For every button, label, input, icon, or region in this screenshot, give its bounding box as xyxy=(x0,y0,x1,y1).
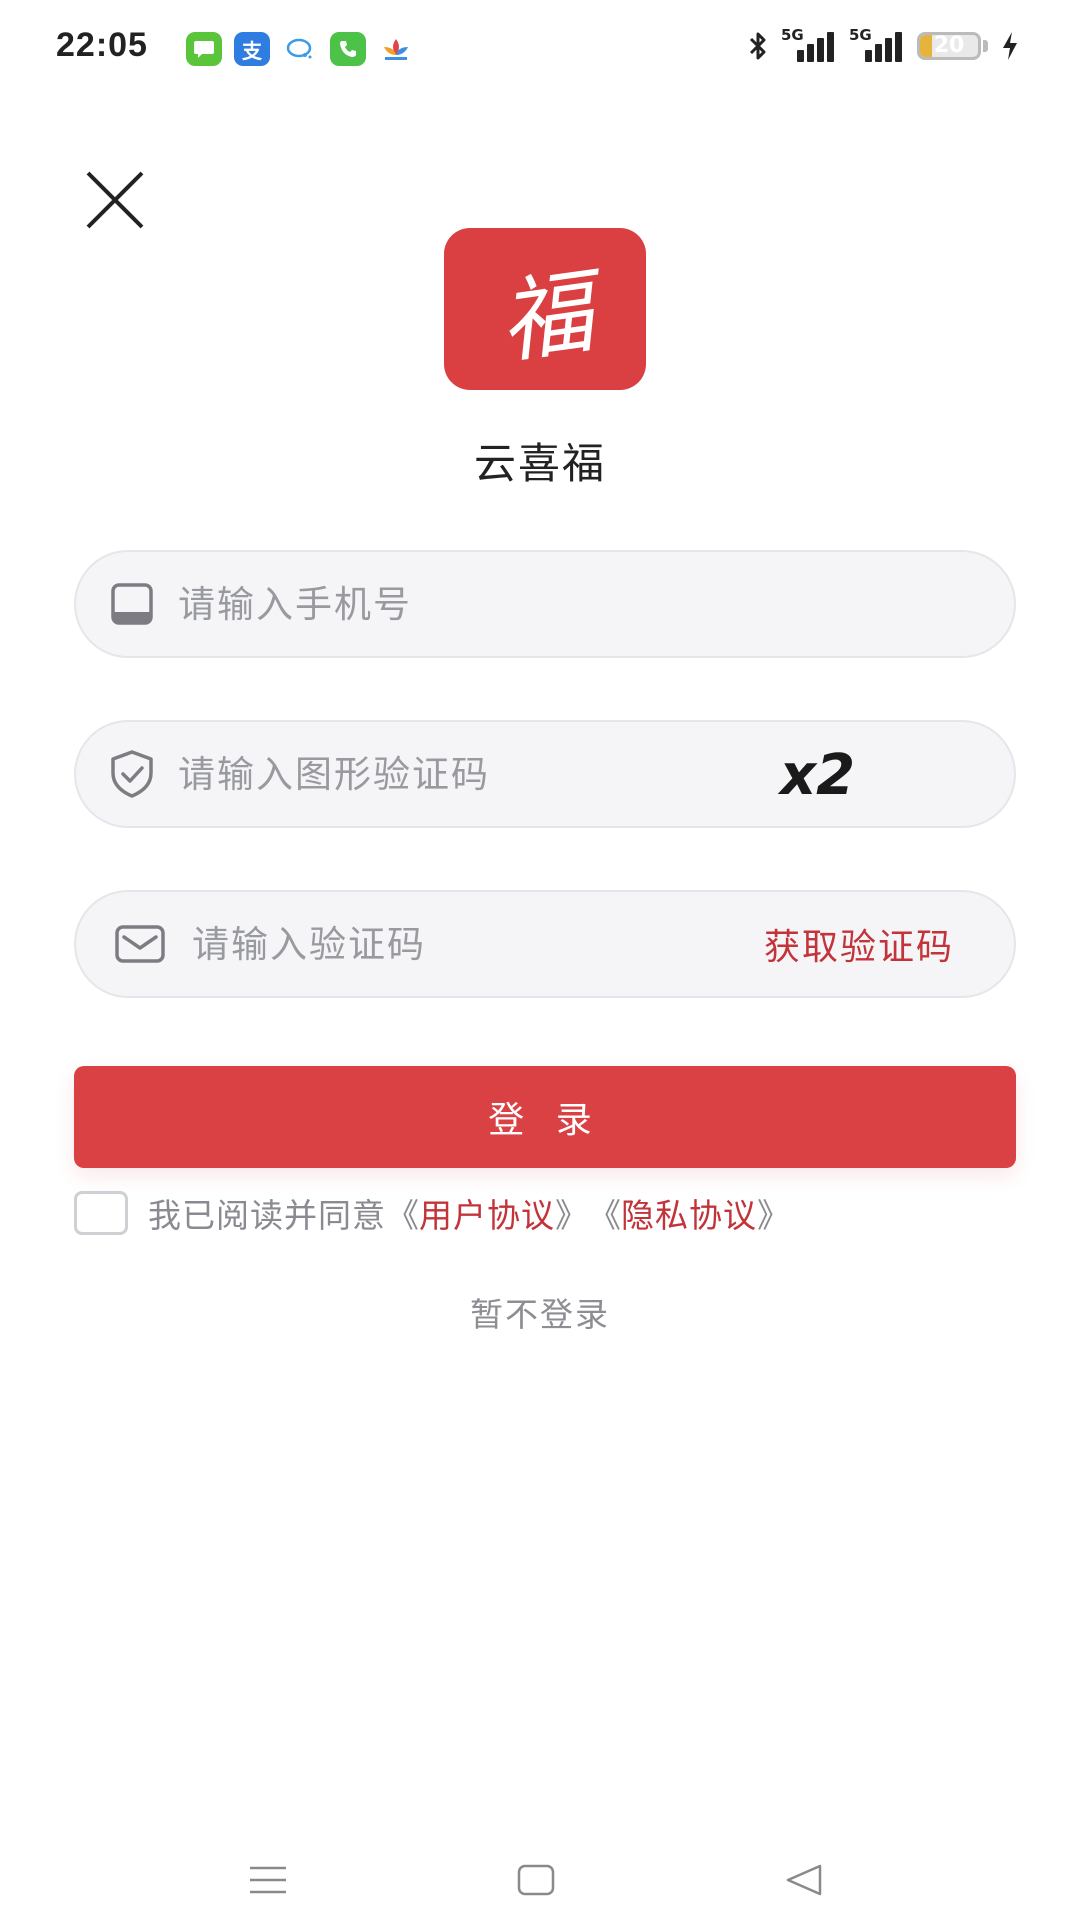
logo-glyph: 福 xyxy=(493,257,600,377)
login-button[interactable]: 登 录 xyxy=(74,1066,1016,1168)
agreement-prefix: 我已阅读并同意 xyxy=(148,1196,386,1235)
status-bar: 22:05 支 5G 5G 20 xyxy=(0,0,1080,100)
code-field: 获取验证码 xyxy=(74,890,1016,998)
agreement-row: 我已阅读并同意 《 用户协议 》 《 隐私协议 》 xyxy=(74,1190,790,1236)
system-nav-bar xyxy=(0,1840,1080,1920)
app-logo: 福 xyxy=(444,228,646,390)
signal-icon: 5G xyxy=(781,26,837,64)
nav-home-button[interactable] xyxy=(496,1850,576,1910)
nav-back-button[interactable] xyxy=(764,1850,844,1910)
back-icon xyxy=(786,1864,822,1896)
phone-icon xyxy=(330,32,366,66)
charging-icon xyxy=(1003,32,1017,60)
open-quote: 《 xyxy=(386,1196,419,1235)
bubble-icon xyxy=(282,32,318,66)
menu-icon xyxy=(250,1866,286,1894)
close-quote: 》 xyxy=(555,1196,588,1235)
status-time: 22:05 xyxy=(56,26,148,64)
app-name: 云喜福 xyxy=(473,439,606,488)
phone-field xyxy=(74,550,1016,658)
open-quote-2: 《 xyxy=(588,1196,621,1235)
close-button[interactable] xyxy=(80,165,150,235)
captcha-input[interactable] xyxy=(176,722,744,826)
phone-device-icon xyxy=(111,583,153,625)
lotus-icon xyxy=(378,32,414,66)
close-icon xyxy=(86,171,144,229)
mail-icon xyxy=(115,925,165,963)
message-icon xyxy=(186,32,222,66)
notification-icons: 支 xyxy=(186,32,414,66)
agreement-checkbox[interactable] xyxy=(74,1191,128,1235)
close-quote-2: 》 xyxy=(757,1196,790,1235)
signal-icon-2: 5G xyxy=(849,26,905,64)
code-input[interactable] xyxy=(190,892,714,996)
get-code-button[interactable]: 获取验证码 xyxy=(764,892,954,996)
captcha-field: x2 xyxy=(74,720,1016,828)
skip-login-link[interactable]: 暂不登录 xyxy=(0,1288,1080,1336)
user-agreement-link[interactable]: 用户协议 xyxy=(419,1189,555,1237)
battery-icon: 20 xyxy=(917,32,981,60)
phone-input[interactable] xyxy=(176,552,974,656)
alipay-icon: 支 xyxy=(234,32,270,66)
bluetooth-icon xyxy=(749,32,766,60)
privacy-agreement-link[interactable]: 隐私协议 xyxy=(621,1189,757,1237)
status-indicators: 5G 5G 20 xyxy=(747,26,1020,64)
battery-tip xyxy=(983,40,988,52)
home-icon xyxy=(517,1864,555,1896)
shield-icon xyxy=(111,750,153,798)
captcha-image[interactable]: x2 xyxy=(772,744,902,806)
nav-menu-button[interactable] xyxy=(228,1850,308,1910)
svg-text:x2: x2 xyxy=(777,744,855,806)
